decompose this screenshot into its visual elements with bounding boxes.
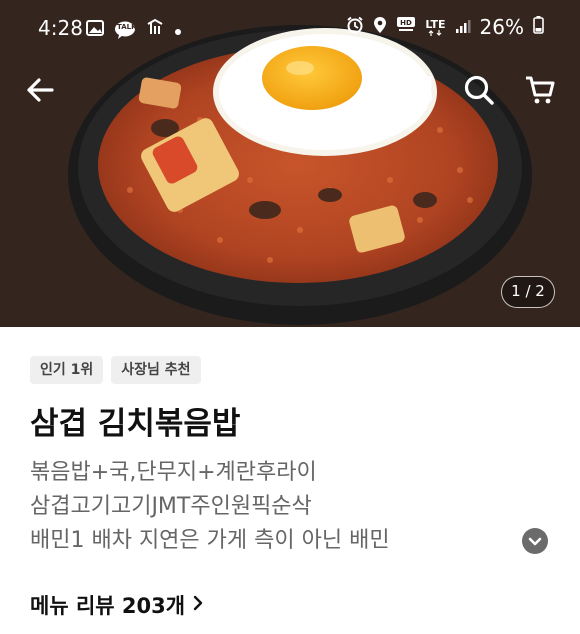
menu-title: 삼겹 김치볶음밥 xyxy=(30,406,241,442)
expand-description-button[interactable] xyxy=(522,528,548,554)
kakaotalk-label: TALK xyxy=(117,23,137,31)
svg-text:HD: HD xyxy=(400,19,412,27)
menu-description-line: 삼겹고기고기JMT주인원픽순삭 xyxy=(30,494,312,519)
hd-voice-icon: HD xyxy=(396,15,416,39)
menu-reviews-link[interactable]: 메뉴 리뷰 203개 xyxy=(30,590,205,620)
share-icon[interactable] xyxy=(404,74,434,108)
chevron-down-icon xyxy=(528,537,542,546)
more-notifications-dot-icon xyxy=(174,17,182,41)
battery-percent: 26% xyxy=(479,15,524,39)
menu-photo[interactable]: 4:28 TALK HD LTE 26% 1 / 2 xyxy=(0,0,580,327)
chevron-right-icon xyxy=(191,593,205,617)
cart-icon[interactable] xyxy=(524,74,556,110)
network-type-label: LTE xyxy=(425,17,446,31)
search-icon[interactable] xyxy=(463,74,495,110)
location-icon xyxy=(373,15,387,39)
status-bar: 4:28 TALK HD LTE 26% xyxy=(0,0,580,58)
top-navigation xyxy=(0,70,580,114)
signal-strength-icon xyxy=(455,15,471,39)
alarm-icon xyxy=(346,15,364,39)
gallery-icon xyxy=(86,17,104,41)
back-arrow-icon[interactable] xyxy=(24,74,56,110)
badge-popular: 인기 1위 xyxy=(30,356,104,384)
menu-description-line: 볶음밥+국,단무지+계란후라이 xyxy=(30,460,317,485)
battery-icon xyxy=(533,15,544,39)
app-notification-icon xyxy=(146,17,164,41)
status-time: 4:28 xyxy=(38,16,83,40)
badge-owner-recommend: 사장님 추천 xyxy=(111,356,201,384)
kakaotalk-icon: TALK xyxy=(114,20,137,39)
network-lte-icon: LTE xyxy=(425,17,446,36)
menu-reviews-label: 메뉴 리뷰 203개 xyxy=(30,594,186,618)
image-pager-indicator: 1 / 2 xyxy=(501,276,555,308)
menu-badges: 인기 1위 사장님 추천 xyxy=(30,356,201,384)
menu-description: 볶음밥+국,단무지+계란후라이 삼겹고기고기JMT주인원픽순삭 배민1 배차 지… xyxy=(30,456,390,558)
menu-description-line: 배민1 배차 지연은 가게 측이 아닌 배민 xyxy=(30,528,390,553)
